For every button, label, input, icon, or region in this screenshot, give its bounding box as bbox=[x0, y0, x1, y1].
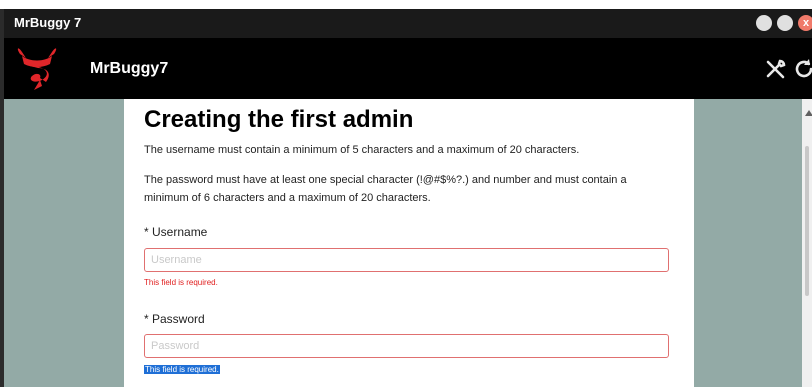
username-error: This field is required. bbox=[144, 278, 218, 287]
password-error: This field is required. bbox=[144, 365, 220, 374]
minimize-button[interactable] bbox=[756, 15, 772, 31]
tools-icon[interactable] bbox=[764, 57, 788, 81]
password-label: * Password bbox=[144, 312, 205, 326]
app-header: MrBuggy7 bbox=[4, 38, 812, 99]
username-rule-text: The username must contain a minimum of 5… bbox=[144, 144, 580, 156]
username-label: * Username bbox=[144, 225, 208, 239]
scroll-thumb[interactable] bbox=[805, 146, 809, 296]
close-button[interactable]: x bbox=[798, 15, 812, 31]
devil-logo-icon bbox=[17, 48, 57, 90]
app-window: MrBuggy 7 x MrBuggy7 Creating the first … bbox=[0, 0, 812, 387]
scroll-up-arrow-icon[interactable] bbox=[805, 110, 812, 116]
refresh-icon[interactable] bbox=[792, 57, 812, 81]
password-input[interactable] bbox=[144, 334, 669, 358]
window-title: MrBuggy 7 bbox=[14, 15, 82, 30]
app-name: MrBuggy7 bbox=[90, 60, 169, 77]
title-bar[interactable]: MrBuggy 7 x bbox=[4, 9, 812, 38]
admin-setup-card: Creating the first admin The username mu… bbox=[124, 99, 694, 387]
password-rule-text: The password must have at least one spec… bbox=[144, 174, 627, 204]
page-title: Creating the first admin bbox=[144, 106, 414, 133]
username-input[interactable] bbox=[144, 248, 669, 272]
maximize-button[interactable] bbox=[777, 15, 793, 31]
